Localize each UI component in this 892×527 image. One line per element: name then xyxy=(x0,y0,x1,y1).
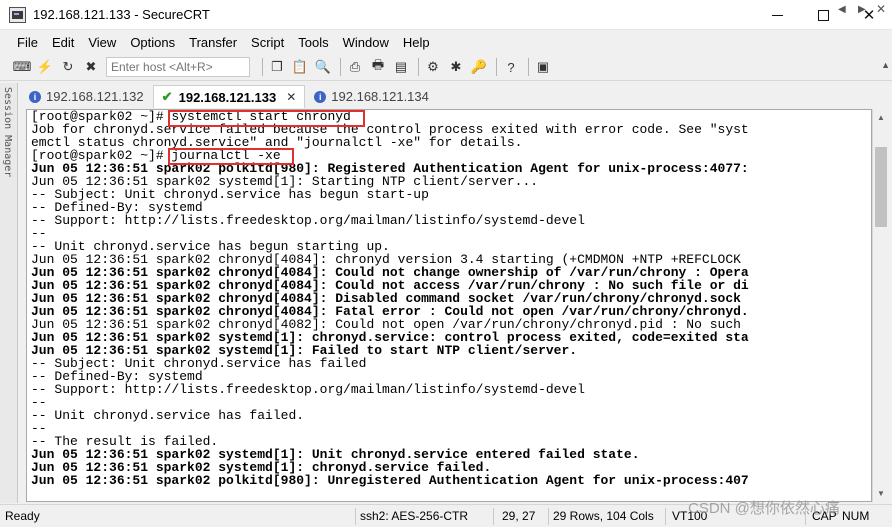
menu-window[interactable]: Window xyxy=(336,35,396,50)
menu-view[interactable]: View xyxy=(81,35,123,50)
watermark: CSDN @想你依然心痛 xyxy=(688,500,840,517)
securecrt-app-icon xyxy=(9,7,26,23)
connect-icon[interactable]: ⌨ xyxy=(12,57,32,77)
help-icon[interactable]: ? xyxy=(501,57,521,77)
minimize-icon xyxy=(771,14,783,16)
checkmark-icon: ✔ xyxy=(161,89,173,104)
status-num: NUM xyxy=(842,509,870,523)
info-icon: i xyxy=(29,90,41,103)
toolbar-scroll-icon[interactable]: ▲ xyxy=(881,60,890,70)
tab-label: 192.168.121.132 xyxy=(46,89,144,104)
menu-help[interactable]: Help xyxy=(396,35,437,50)
print-icon[interactable]: 🖶 xyxy=(368,57,388,77)
terminal-line: -- Support: http://lists.freedesktop.org… xyxy=(31,213,585,228)
status-size: 29 Rows, 104 Cols xyxy=(553,509,654,523)
status-divider xyxy=(665,508,666,525)
scrollbar-thumb[interactable] xyxy=(875,147,887,227)
menu-options[interactable]: Options xyxy=(123,35,182,50)
print-setup-icon[interactable]: ⎙ xyxy=(345,57,365,77)
tab-session-132[interactable]: i 192.168.121.132 xyxy=(20,85,153,108)
tab-session-133[interactable]: ✔ 192.168.121.133 ✕ xyxy=(152,85,306,108)
session-manager-label: Session Manager xyxy=(2,87,13,178)
highlight-box-journalctl xyxy=(168,148,294,165)
terminal-line: Jun 05 12:36:51 spark02 polkitd[980]: Un… xyxy=(31,473,749,488)
print-screen-icon[interactable]: ▤ xyxy=(391,57,411,77)
menu-bar: File Edit View Options Transfer Script T… xyxy=(0,31,892,53)
menu-file[interactable]: File xyxy=(10,35,45,50)
window-title: 192.168.121.133 - SecureCRT xyxy=(33,7,210,22)
toolbar-divider xyxy=(418,58,419,76)
menu-transfer[interactable]: Transfer xyxy=(182,35,244,50)
status-cipher: ssh2: AES-256-CTR xyxy=(360,509,469,523)
toolbar-divider xyxy=(496,58,497,76)
paste-icon[interactable]: 📋 xyxy=(290,57,310,77)
tab-label: 192.168.121.133 xyxy=(178,89,277,105)
scroll-down-icon[interactable]: ▼ xyxy=(877,489,885,498)
status-cursor: 29, 27 xyxy=(502,509,536,523)
copy-icon[interactable]: ❐ xyxy=(267,57,287,77)
scroll-up-icon[interactable]: ▲ xyxy=(877,113,885,122)
tab-scroll-left-icon[interactable]: ◀ xyxy=(838,4,846,15)
toolbar: ⌨ ⚡ ↻ ✖ ❐ 📋 🔍 ⎙ 🖶 ▤ ⚙ ✱ 🔑 ? ▣ ▲ xyxy=(0,54,892,81)
status-divider xyxy=(548,508,549,525)
menu-edit[interactable]: Edit xyxy=(45,35,81,50)
menu-script[interactable]: Script xyxy=(244,35,291,50)
menu-tools[interactable]: Tools xyxy=(291,35,335,50)
tab-scroll-right-icon[interactable]: ▶ xyxy=(858,4,866,15)
session-tab-bar: i 192.168.121.132 ✔ 192.168.121.133 ✕ i … xyxy=(20,84,892,108)
terminal-scrollbar[interactable]: ▲ ▼ xyxy=(872,109,889,502)
terminal-output: [root@spark02 ~]# systemctl start chrony… xyxy=(31,110,749,487)
toolbar-divider xyxy=(262,58,263,76)
keymap-icon[interactable]: 🔑 xyxy=(469,57,489,77)
toolbar-divider xyxy=(340,58,341,76)
tab-session-134[interactable]: i 192.168.121.134 xyxy=(305,85,438,108)
global-options-icon[interactable]: ✱ xyxy=(446,57,466,77)
toolbar-divider xyxy=(528,58,529,76)
tab-close-icon[interactable]: ✕ xyxy=(286,90,296,104)
tab-close-all-icon[interactable]: ✕ xyxy=(876,2,886,16)
reconnect-icon[interactable]: ↻ xyxy=(58,57,78,77)
highlight-box-systemctl xyxy=(168,110,365,127)
maximize-icon xyxy=(817,9,829,21)
session-manager-panel[interactable]: Session Manager xyxy=(0,83,18,503)
find-icon[interactable]: 🔍 xyxy=(313,57,333,77)
status-divider xyxy=(355,508,356,525)
info-icon: i xyxy=(314,90,327,103)
host-input[interactable] xyxy=(106,57,250,77)
quick-connect-icon[interactable]: ⚡ xyxy=(35,57,55,77)
sftp-icon[interactable]: ▣ xyxy=(533,57,553,77)
terminal-line: -- Support: http://lists.freedesktop.org… xyxy=(31,382,585,397)
status-divider xyxy=(493,508,494,525)
terminal-line: -- Unit chronyd.service has failed. xyxy=(31,408,305,423)
terminal-view[interactable]: [root@spark02 ~]# systemctl start chrony… xyxy=(26,109,872,502)
title-bar: 192.168.121.133 - SecureCRT ✕ xyxy=(0,0,892,30)
securecrt-window: 192.168.121.133 - SecureCRT ✕ File Edit … xyxy=(0,0,892,527)
tab-label: 192.168.121.134 xyxy=(331,89,429,104)
session-options-icon[interactable]: ⚙ xyxy=(423,57,443,77)
status-ready: Ready xyxy=(5,509,40,523)
minimize-button[interactable] xyxy=(754,0,800,30)
disconnect-icon[interactable]: ✖ xyxy=(81,57,101,77)
